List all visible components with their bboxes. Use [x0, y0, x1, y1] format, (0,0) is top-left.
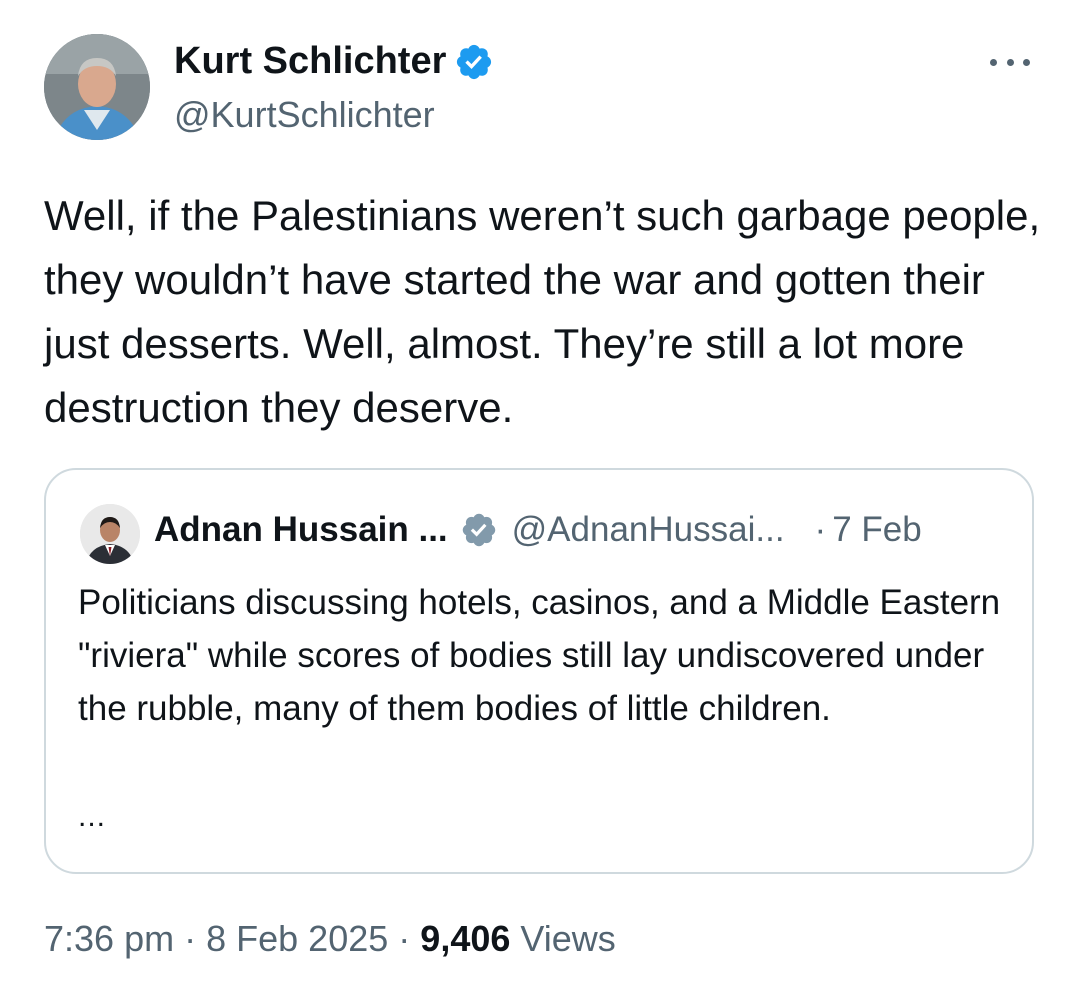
tweet-text: Well, if the Palestinians weren’t such g…	[44, 192, 1041, 431]
meta-separator: ·	[398, 918, 411, 959]
tweet-date[interactable]: 8 Feb 2025	[206, 918, 388, 959]
author-handle[interactable]: @KurtSchlichter	[174, 94, 435, 136]
views-label: Views	[520, 918, 616, 959]
quoted-separator: ·	[814, 510, 827, 549]
more-dot	[1023, 58, 1030, 66]
more-dot	[990, 58, 997, 66]
avatar[interactable]	[44, 34, 150, 140]
quoted-author-name[interactable]: Adnan Hussain ...	[154, 510, 448, 550]
verified-badge-icon[interactable]	[454, 42, 494, 82]
views-count: 9,406	[420, 918, 511, 959]
quoted-date[interactable]: 7 Feb	[832, 510, 922, 550]
more-horizontal-icon[interactable]	[990, 50, 1030, 74]
quoted-verified-badge-icon[interactable]	[460, 511, 498, 549]
author-name[interactable]: Kurt Schlichter	[174, 40, 446, 83]
tweet-time[interactable]: 7:36 pm	[44, 918, 174, 959]
quoted-author-handle[interactable]: @AdnanHussai...	[512, 510, 785, 550]
tweet-meta: 7:36 pm · 8 Feb 2025 · 9,406 Views	[44, 918, 616, 960]
quoted-tweet-text: Politicians discussing hotels, casinos, …	[78, 583, 1001, 728]
quoted-header: Adnan Hussain ... @AdnanHussai... · 7 Fe…	[154, 510, 1002, 550]
meta-separator: ·	[184, 918, 197, 959]
quoted-ellipsis: ...	[78, 800, 107, 833]
quoted-avatar[interactable]	[80, 504, 140, 564]
more-dot	[1006, 58, 1014, 66]
author-name-row[interactable]: Kurt Schlichter	[174, 40, 494, 83]
quoted-tweet[interactable]: Adnan Hussain ... @AdnanHussai... · 7 Fe…	[44, 468, 1034, 874]
